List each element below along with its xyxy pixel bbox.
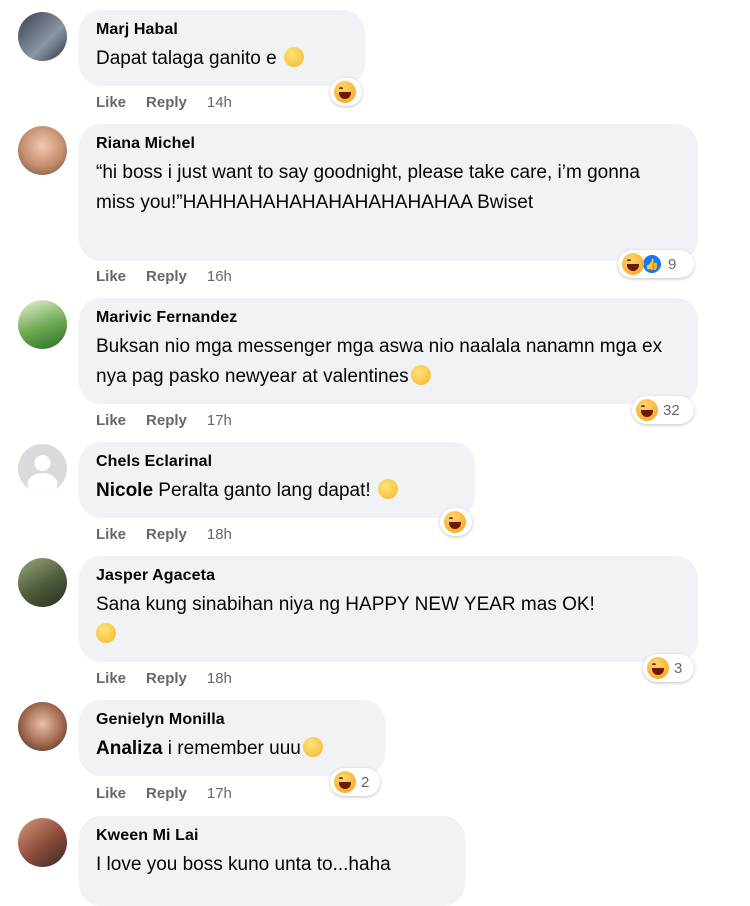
like-button[interactable]: Like	[96, 268, 126, 285]
comment-author[interactable]: Kween Mi Lai	[96, 826, 447, 846]
comment-author[interactable]: Marivic Fernandez	[96, 308, 680, 328]
haha-reaction-icon	[622, 253, 644, 275]
comment-author[interactable]: Chels Eclarinal	[96, 452, 457, 472]
comment-text: Dapat talaga ganito e	[96, 44, 347, 74]
mention-link[interactable]: Analiza	[96, 738, 163, 759]
avatar[interactable]	[18, 818, 67, 867]
haha-reaction-icon	[334, 771, 356, 793]
reaction-count: 32	[663, 401, 680, 419]
timestamp[interactable]: 16h	[207, 268, 232, 285]
like-button[interactable]: Like	[96, 526, 126, 543]
reply-button[interactable]: Reply	[146, 412, 187, 429]
timestamp[interactable]: 18h	[207, 670, 232, 687]
like-reaction-icon: 👍	[641, 253, 663, 275]
reactions-badge[interactable]: 2	[330, 768, 380, 796]
reactions-badge[interactable]	[440, 508, 472, 536]
grin-sweat-emoji-icon	[283, 47, 304, 67]
like-button[interactable]: Like	[96, 785, 126, 802]
reaction-count: 3	[674, 659, 683, 677]
comment-actions: Like Reply 16h	[96, 268, 252, 285]
like-button[interactable]: Like	[96, 670, 126, 687]
comment-bubble: Chels Eclarinal Nicole Peralta ganto lan…	[79, 442, 475, 518]
reply-button[interactable]: Reply	[146, 670, 187, 687]
reaction-count: 9	[668, 255, 677, 273]
reactions-badge[interactable]: 👍 9	[618, 250, 694, 278]
like-button[interactable]: Like	[96, 412, 126, 429]
haha-reaction-icon	[444, 511, 466, 533]
avatar[interactable]	[18, 126, 67, 175]
comment-text: “hi boss i just want to say goodnight, p…	[96, 162, 646, 213]
avatar[interactable]	[18, 558, 67, 607]
comment-bubble: Genielyn Monilla Analiza i remember uuu	[79, 700, 385, 776]
comment-bubble: Kween Mi Lai I love you boss kuno unta t…	[79, 816, 465, 906]
avatar[interactable]	[18, 444, 67, 493]
comment-text: Nicole Peralta ganto lang dapat!	[96, 476, 457, 506]
like-button[interactable]: Like	[96, 94, 126, 111]
haha-reaction-icon	[334, 81, 356, 103]
reply-button[interactable]: Reply	[146, 526, 187, 543]
avatar[interactable]	[18, 702, 67, 751]
comment-actions: Like Reply 18h	[96, 526, 252, 543]
timestamp[interactable]: 18h	[207, 526, 232, 543]
reply-button[interactable]: Reply	[146, 268, 187, 285]
reply-button[interactable]: Reply	[146, 94, 187, 111]
reactions-badge[interactable]: 32	[632, 396, 694, 424]
comment-text: Sana kung sinabihan niya ng HAPPY NEW YE…	[96, 590, 680, 650]
haha-reaction-icon	[647, 657, 669, 679]
comment-author[interactable]: Jasper Agaceta	[96, 566, 680, 586]
reply-button[interactable]: Reply	[146, 785, 187, 802]
comment-bubble: Jasper Agaceta Sana kung sinabihan niya …	[79, 556, 698, 662]
mention-link[interactable]: Nicole	[96, 480, 153, 501]
comment-actions: Like Reply 17h	[96, 785, 252, 802]
comment-author[interactable]: Marj Habal	[96, 20, 347, 40]
comment-actions: Like Reply 14h	[96, 94, 252, 111]
comment-text: Buksan nio mga messenger mga aswa nio na…	[96, 336, 668, 387]
comment-actions: Like Reply 17h	[96, 412, 252, 429]
comment-text: I love you boss kuno unta to...haha	[96, 854, 391, 875]
comment-author[interactable]: Genielyn Monilla	[96, 710, 367, 730]
avatar[interactable]	[18, 300, 67, 349]
default-avatar-icon	[27, 455, 58, 493]
comment-bubble: Marj Habal Dapat talaga ganito e	[79, 10, 365, 86]
comment-bubble: Riana Michel “hi boss i just want to say…	[79, 124, 698, 261]
tired-face-emoji-icon	[377, 479, 398, 499]
comment-text: Analiza i remember uuu	[96, 734, 367, 764]
avatar[interactable]	[18, 12, 67, 61]
haha-reaction-icon	[636, 399, 658, 421]
timestamp[interactable]: 14h	[207, 94, 232, 111]
comment-author[interactable]: Riana Michel	[96, 134, 680, 154]
grin-sweat-emoji-icon	[96, 623, 116, 643]
comment-actions: Like Reply 18h	[96, 670, 252, 687]
reactions-badge[interactable]	[330, 78, 362, 106]
timestamp[interactable]: 17h	[207, 412, 232, 429]
reaction-count: 2	[361, 773, 370, 791]
timestamp[interactable]: 17h	[207, 785, 232, 802]
reactions-badge[interactable]: 3	[643, 654, 694, 682]
grin-sweat-emoji-icon	[410, 365, 431, 385]
flushed-emoji-icon	[302, 737, 323, 757]
comment-bubble: Marivic Fernandez Buksan nio mga messeng…	[79, 298, 698, 404]
